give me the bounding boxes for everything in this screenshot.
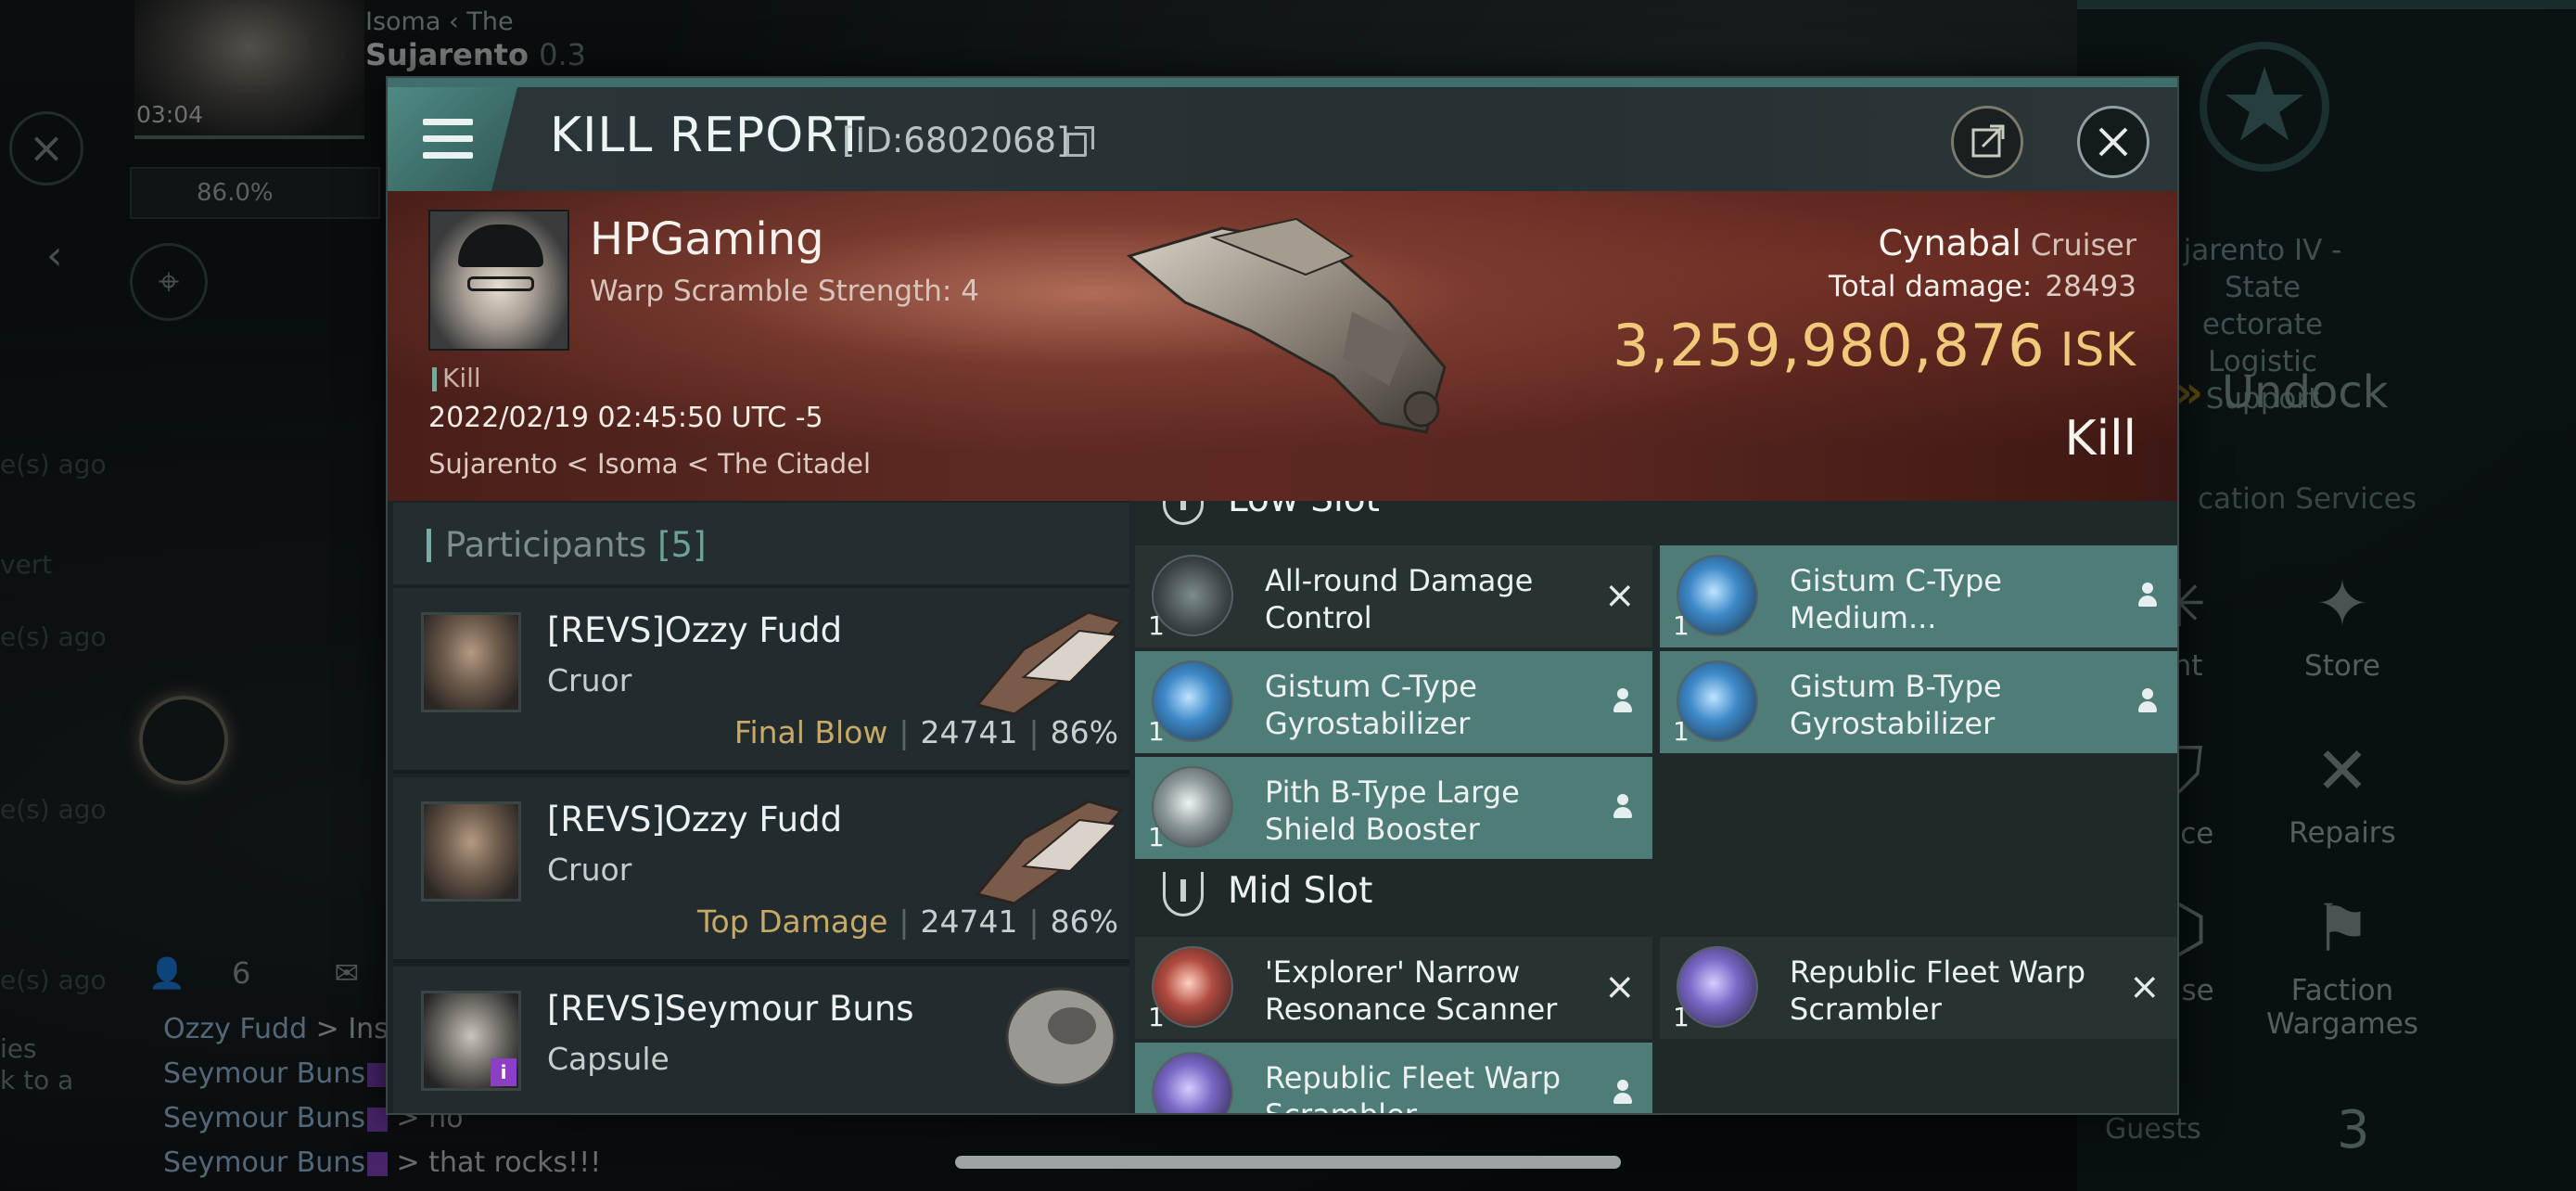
participant-damage: 24741 [920,903,1018,940]
participant-name: [REVS]Seymour Buns [547,989,914,1029]
participants-header: Participants [5] [393,503,1129,584]
close-icon [2098,127,2128,157]
module-quantity: 1 [1673,1002,1690,1032]
participants-count: [5] [657,525,707,565]
modal-title: KILL REPORT [550,108,866,163]
ship-name: Cynabal [1878,223,2021,263]
participant-row[interactable]: i [REVS]Seymour Buns Capsule [393,967,1129,1113]
isk-amount: 3,259,980,876 [1613,312,2046,379]
participant-avatar[interactable]: i [421,991,521,1091]
module-name: 'Explorer' Narrow Resonance Scanner [1265,954,1558,1027]
module-name: Republic Fleet Warp Scrambler [1790,954,2085,1027]
mid-slot-header: Mid Slot [1135,853,2177,937]
kill-tag: Kill [432,363,481,393]
module-name: Pith B-Type Large Shield Booster [1265,775,1520,847]
module-item[interactable]: 1 Gistum B-Type Gyrostabilizer [1660,651,2177,753]
module-item[interactable]: 1 Republic Fleet Warp Scrambler × [1660,937,2177,1039]
info-badge-icon[interactable]: i [491,1058,516,1086]
module-quantity: 1 [1148,716,1165,747]
dropped-person-icon [1612,792,1634,820]
module-quantity: 1 [1673,610,1690,641]
participants-label: Participants [445,525,647,565]
participant-stats: Final Blow | 24741 | 86% [733,714,1118,750]
share-icon [1971,124,2005,158]
share-button[interactable] [1951,106,2023,178]
modal-titlebar: KILL REPORT [ID:6802068] [388,87,2177,191]
victim-banner: HPGaming Warp Scramble Strength: 4 Kill … [388,191,2177,501]
module-name: Republic Fleet Warp Scrambler [1265,1060,1561,1115]
participant-stats: Top Damage | 24741 | 86% [696,903,1118,940]
participant-row[interactable]: [REVS]Ozzy Fudd Cruor Top Damage | 24741 | 8… [393,777,1129,963]
participant-name: [REVS]Ozzy Fudd [547,610,843,650]
participant-name: [REVS]Ozzy Fudd [547,800,843,839]
participant-ship-image [975,800,1124,905]
dropped-person-icon [1612,1078,1634,1106]
module-item[interactable]: 1 Republic Fleet Warp Scrambler [1135,1043,1652,1115]
kill-report-modal: KILL REPORT [ID:6802068] HPGaming Warp S… [386,76,2179,1115]
mid-slot-label: Mid Slot [1228,870,1373,912]
victim-avatar[interactable] [428,210,569,351]
participant-damage: 24741 [920,714,1018,750]
participant-percent: 86% [1050,903,1118,940]
warp-scrambler-icon [1152,1052,1233,1113]
low-slot-label: Low Slot [1228,501,1380,520]
isk-value: 3,259,980,876 ISK [1613,312,2136,379]
close-button[interactable] [2077,106,2149,178]
total-damage-label: Total damage: [1829,270,2033,303]
module-quantity: 1 [1148,1002,1165,1032]
participant-ship-image [1005,987,1116,1087]
participant-ship: Capsule [547,1041,670,1077]
participant-ship: Cruor [547,852,632,888]
module-name: Gistum B-Type Gyrostabilizer [1790,669,2002,741]
kill-datetime: 2022/02/19 02:45:50 UTC -5 [428,402,823,434]
fitting-panel[interactable]: Low Slot 1 All-round Damage Control × 1 … [1135,501,2177,1115]
module-item[interactable]: 1 Gistum C-Type Medium... [1660,545,2177,647]
participant-avatar[interactable] [421,612,521,712]
victim-subtitle: Warp Scramble Strength: 4 [590,275,979,308]
participant-percent: 86% [1050,714,1118,750]
menu-button[interactable] [388,87,517,191]
module-quantity: 1 [1148,610,1165,641]
low-slot-header: Low Slot [1135,501,2177,545]
destroyed-icon: × [1604,966,1636,1008]
participants-panel[interactable]: Participants [5] [REVS]Ozzy Fudd Cruor F… [388,501,1129,1113]
participant-row[interactable]: [REVS]Ozzy Fudd Cruor Final Blow | 24741 | 8… [393,588,1129,774]
result-label: Kill [2064,411,2136,467]
participant-ship: Cruor [547,662,632,698]
module-name: Gistum C-Type Gyrostabilizer [1265,669,1477,741]
kill-location: Sujarento < Isoma < The Citadel [428,448,872,480]
participant-tag: Top Damage [696,903,888,940]
module-item[interactable]: 1 Pith B-Type Large Shield Booster [1135,757,1652,859]
victim-ship-image[interactable] [1111,200,1500,451]
destroyed-icon: × [1604,574,1636,617]
kill-id: [ID:6802068] [842,121,1070,160]
total-damage-value: 28493 [2045,270,2136,303]
module-item[interactable]: 1 All-round Damage Control × [1135,545,1652,647]
module-quantity: 1 [1148,1108,1165,1113]
dropped-person-icon [1612,686,1634,714]
copy-icon[interactable] [1066,126,1094,157]
destroyed-icon: × [2129,966,2161,1008]
low-slot-icon [1163,501,1204,525]
ship-class: Cruiser [2030,227,2136,263]
total-damage: Total damage: 28493 [1829,270,2136,303]
victim-name[interactable]: HPGaming [590,213,824,265]
mid-slot-icon [1163,872,1204,916]
module-name: All-round Damage Control [1265,563,1534,635]
participant-ship-image [975,610,1124,716]
participant-avatar[interactable] [421,801,521,902]
dropped-person-icon [2136,581,2159,608]
module-quantity: 1 [1673,716,1690,747]
isk-unit: ISK [2060,323,2136,377]
module-quantity: 1 [1148,822,1165,852]
participant-tag: Final Blow [733,714,888,750]
victim-ship[interactable]: Cynabal Cruiser [1878,223,2136,263]
module-item[interactable]: 1 'Explorer' Narrow Resonance Scanner × [1135,937,1652,1039]
dropped-person-icon [2136,686,2159,714]
module-item[interactable]: 1 Gistum C-Type Gyrostabilizer [1135,651,1652,753]
home-indicator[interactable] [955,1156,1621,1169]
module-name: Gistum C-Type Medium... [1790,563,2002,635]
